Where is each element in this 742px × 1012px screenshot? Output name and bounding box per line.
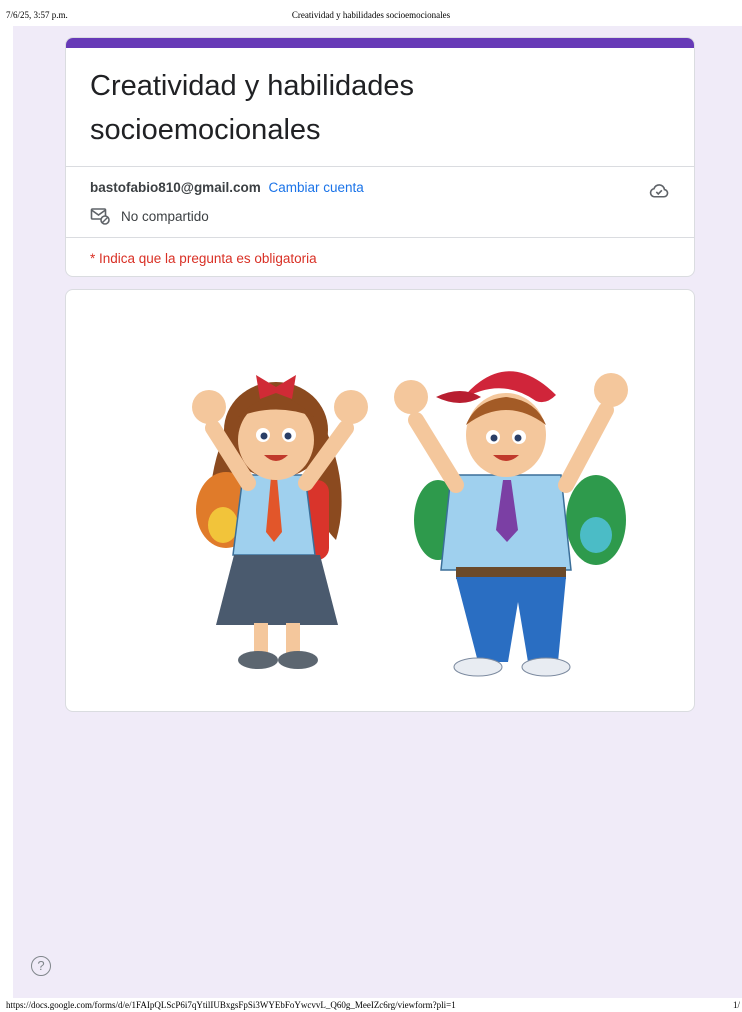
account-line: bastofabio810@gmail.com Cambiar cuenta — [90, 180, 364, 195]
account-email: bastofabio810@gmail.com — [90, 180, 261, 195]
image-card — [65, 289, 695, 712]
cloud-saved-icon[interactable] — [648, 181, 670, 199]
form-header-card: Creatividad y habilidades socioemocional… — [65, 37, 695, 277]
boy-figure — [394, 371, 628, 677]
header-accent-bar — [66, 38, 694, 48]
required-note: * Indica que la pregunta es obligatoria — [90, 251, 317, 266]
girl-figure — [192, 375, 368, 669]
shared-status-text: No compartido — [121, 208, 209, 224]
print-header: 7/6/25, 3:57 p.m. Creatividad y habilida… — [0, 0, 742, 22]
form-title-line-1: Creatividad y habilidades — [90, 70, 415, 102]
print-footer: https://docs.google.com/forms/d/e/1FAIpQ… — [0, 1000, 742, 1012]
print-url: https://docs.google.com/forms/d/e/1FAIpQ… — [6, 1000, 456, 1010]
print-page-number: 1/ — [732, 1000, 740, 1010]
not-shared-icon — [90, 208, 110, 225]
shared-status-line: No compartido — [90, 207, 209, 225]
form-title: Creatividad y habilidades socioemocional… — [66, 48, 694, 166]
print-doc-title: Creatividad y habilidades socioemocional… — [291, 10, 451, 20]
school-children-illustration — [192, 371, 628, 677]
form-page: Creatividad y habilidades socioemocional… — [13, 26, 742, 998]
account-section: bastofabio810@gmail.com Cambiar cuenta N… — [66, 167, 694, 237]
switch-account-link[interactable]: Cambiar cuenta — [268, 180, 363, 195]
form-title-line-2: socioemocionales — [90, 114, 321, 146]
help-icon[interactable]: ? — [31, 956, 51, 976]
